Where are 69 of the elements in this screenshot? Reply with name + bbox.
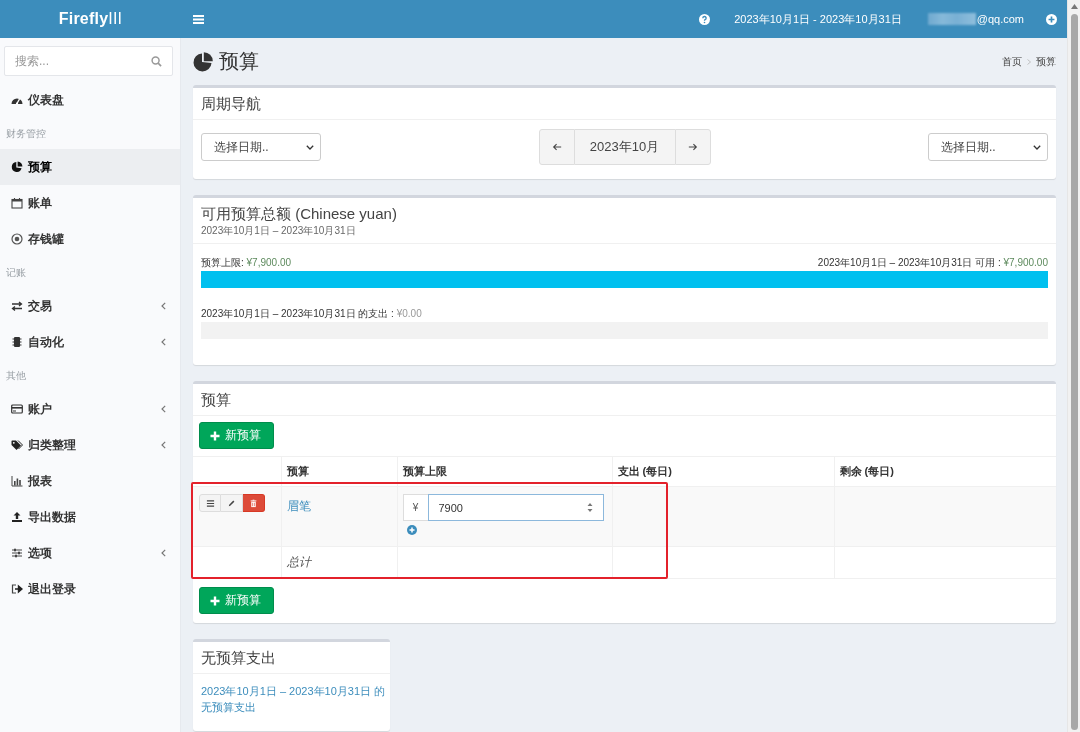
sign-out-icon [11, 583, 23, 595]
credit-card-icon [11, 403, 23, 415]
column-header: 剩余 (每日) [839, 465, 894, 477]
app-logo[interactable]: FireflyIII [0, 10, 181, 28]
panel-subtitle: 2023年10月1日 – 2023年10月31日 [201, 225, 357, 237]
scrollbar[interactable] [1067, 0, 1080, 732]
menu-icon [193, 14, 204, 24]
add-icon[interactable] [1046, 13, 1057, 25]
arrow-right-icon [687, 142, 698, 152]
spent-label: 2023年10月1日 – 2023年10月31日 的支出 : [201, 308, 394, 320]
column-header: 预算 [286, 465, 309, 477]
breadcrumb-link[interactable]: 首页 [1002, 54, 1022, 69]
column-header: 支出 (每日) [617, 465, 672, 477]
sliders-icon [11, 547, 23, 559]
date-select[interactable]: 选择日期.. [928, 133, 1048, 161]
add-circle-icon[interactable] [406, 525, 417, 535]
date-range-link[interactable]: 2023年10月1日 - 2023年10月31日 [734, 11, 902, 27]
spent-amount: ¥0.00 [396, 308, 422, 320]
current-period-button[interactable]: 2023年10月 [574, 129, 675, 165]
upload-icon [11, 511, 23, 523]
date-select[interactable]: 选择日期.. [201, 133, 321, 161]
delete-button[interactable] [243, 494, 265, 512]
total-label: 总计 [286, 555, 311, 569]
plus-icon [210, 595, 220, 606]
panel-title: 预算 [201, 391, 232, 409]
available-label: 2023年10月1日 – 2023年10月31日 可用 : [817, 257, 1001, 268]
scrollbar-thumb[interactable] [1070, 14, 1078, 730]
menu-icon [205, 498, 215, 508]
chevron-down-icon [306, 144, 314, 150]
edit-button[interactable] [221, 494, 243, 512]
budget-limit-label: 预算上限: [201, 257, 244, 268]
help-icon[interactable] [699, 13, 711, 25]
arrow-left-icon [551, 142, 562, 152]
bar-chart-icon [11, 475, 23, 487]
calendar-icon [11, 197, 23, 209]
panel-title: 可用预算总额 (Chinese yuan) [201, 205, 398, 223]
pie-chart-icon [193, 51, 213, 72]
nav-section-label: 其他 [5, 368, 27, 383]
exchange-icon [11, 300, 23, 312]
nav-section-label: 记账 [5, 265, 27, 280]
panel-title: 无预算支出 [201, 649, 277, 667]
no-budget-link[interactable]: 2023年10月1日 – 2023年10月31日 的无预算支出 [201, 683, 390, 715]
panel-title: 周期导航 [201, 95, 262, 113]
chevron-down-icon [1033, 144, 1041, 150]
breadcrumb-current: 预算 [1036, 54, 1056, 69]
search-icon [151, 55, 162, 67]
pie-chart-icon [11, 161, 23, 173]
currency-addon: ¥ [402, 494, 428, 521]
spinner-icon[interactable] [586, 502, 593, 513]
reorder-button[interactable] [199, 494, 221, 512]
scroll-up-icon[interactable] [1070, 4, 1078, 9]
column-header: 预算上限 [402, 465, 447, 477]
breadcrumb-separator-icon [1027, 58, 1031, 65]
nav-section-label: 财务管控 [5, 126, 47, 141]
amount-input[interactable]: 7900 [427, 494, 604, 521]
target-icon [11, 233, 23, 245]
budget-limit-amount: ¥7,900.00 [246, 257, 292, 268]
budget-name-link[interactable]: 眉笔 [286, 498, 311, 515]
plus-icon [210, 430, 220, 441]
trash-icon [249, 498, 258, 508]
menu-button[interactable] [193, 14, 204, 24]
page-title: 预算 [219, 49, 259, 74]
user-email-link[interactable]: @qq.com [976, 13, 1024, 25]
chip-icon [11, 336, 23, 348]
sidebar-item[interactable]: 预算 [0, 149, 180, 185]
blurred-text [927, 13, 976, 25]
available-amount: ¥7,900.00 [1003, 257, 1048, 268]
pencil-icon [227, 498, 236, 508]
tags-icon [11, 439, 23, 451]
